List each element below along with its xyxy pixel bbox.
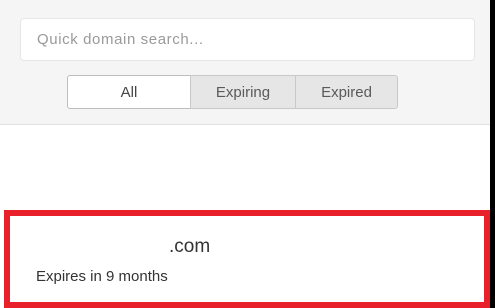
filter-tabs: All Expiring Expired xyxy=(67,75,398,109)
domain-search-input[interactable] xyxy=(20,18,475,61)
domain-name: .com xyxy=(169,236,211,257)
filter-expiring-button[interactable]: Expiring xyxy=(190,75,296,109)
domain-panel: All Expiring Expired .com Expires in 9 m… xyxy=(0,0,490,308)
domain-list-item[interactable]: .com Expires in 9 months xyxy=(4,210,490,308)
filter-expired-button[interactable]: Expired xyxy=(295,75,398,109)
search-toolbar: All Expiring Expired xyxy=(0,0,490,125)
domain-expiry-status: Expires in 9 months xyxy=(36,268,168,285)
filter-all-button[interactable]: All xyxy=(67,75,191,109)
